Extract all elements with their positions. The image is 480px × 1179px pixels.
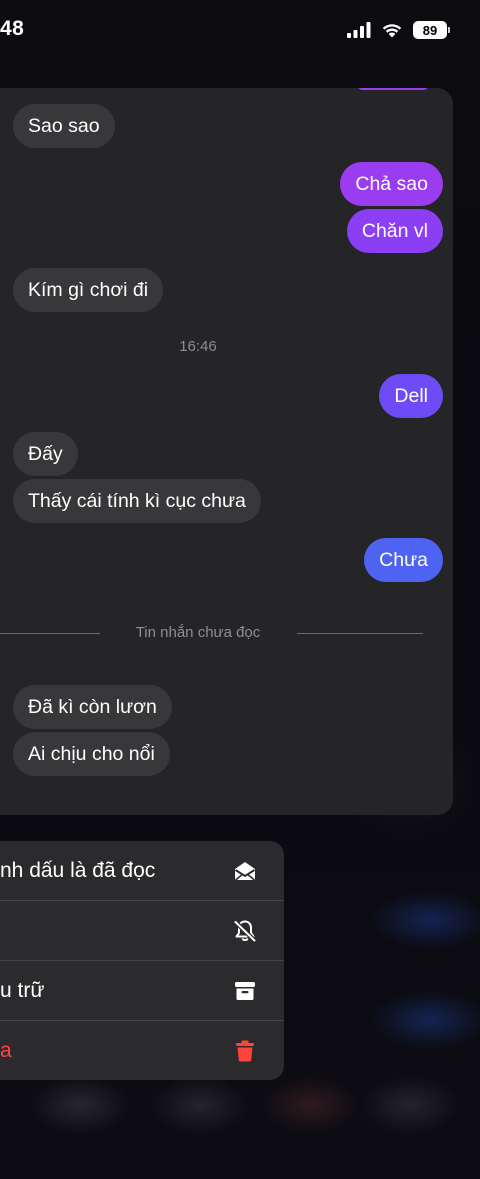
cellular-signal-icon <box>347 22 371 38</box>
envelope-open-icon <box>234 862 256 881</box>
message-bubble-incoming: Kím gì chơi đi <box>13 268 164 312</box>
cut-off-message-bubble <box>357 88 429 90</box>
menu-item-archive[interactable]: u trữ <box>0 961 284 1021</box>
status-icons: 89 <box>347 21 450 39</box>
message-bubble-outgoing: Chả sao <box>340 162 443 206</box>
message-bubble-incoming: Sao sao <box>13 104 115 148</box>
unread-divider-label: Tin nhắn chưa đọc <box>135 624 261 641</box>
status-time: 48 <box>0 17 25 40</box>
message-timestamp: 16:46 <box>179 338 217 355</box>
message-bubble-incoming: Đấy <box>13 432 78 476</box>
unread-divider-line-right <box>297 633 423 634</box>
unread-divider-line-left <box>0 633 100 634</box>
archive-box-icon <box>235 982 255 1000</box>
message-bubble-outgoing: Chưa <box>364 538 443 582</box>
context-menu: nh dấu là đã đọc u trữ a <box>0 841 284 1080</box>
bell-slash-icon <box>233 920 257 943</box>
menu-item-label: a <box>0 1039 12 1062</box>
menu-item-mark-as-read[interactable]: nh dấu là đã đọc <box>0 841 284 901</box>
message-bubble-outgoing: Dell <box>379 374 443 418</box>
message-bubble-incoming: Đã kì còn lươn <box>13 685 172 729</box>
menu-item-mute[interactable] <box>0 901 284 961</box>
battery-level: 89 <box>413 21 447 39</box>
message-bubble-outgoing: Chăn vl <box>346 209 443 253</box>
trash-icon <box>236 1040 254 1062</box>
chat-preview-card: Sao sao Chả sao Chăn vl Kím gì chơi đi 1… <box>0 88 453 815</box>
message-bubble-incoming: Thấy cái tính kì cục chưa <box>13 479 261 523</box>
menu-item-label: nh dấu là đã đọc <box>0 859 156 882</box>
message-bubble-incoming: Ai chịu cho nổi <box>13 732 170 776</box>
menu-item-delete[interactable]: a <box>0 1021 284 1080</box>
menu-item-label: u trữ <box>0 979 45 1002</box>
battery-icon: 89 <box>413 21 450 39</box>
status-bar: 48 89 <box>0 0 480 60</box>
wifi-icon <box>382 24 402 38</box>
